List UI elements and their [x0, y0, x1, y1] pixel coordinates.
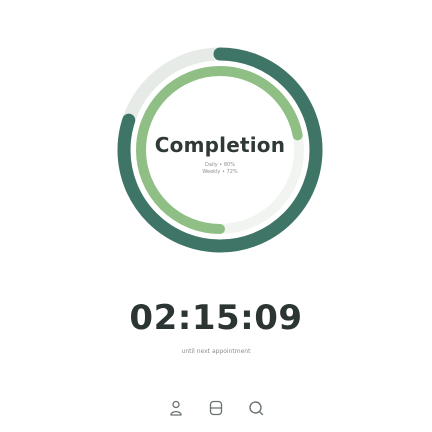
- app-screen: Completion Daily • 80% Weekly • 72% 02:1…: [0, 0, 432, 432]
- profile-button[interactable]: [160, 392, 192, 424]
- daily-label: Daily • 80%: [205, 162, 235, 168]
- bottom-nav: [0, 392, 432, 424]
- ring-center: Completion Daily • 80% Weekly • 72%: [116, 46, 324, 254]
- search-icon: [249, 401, 264, 416]
- completion-ring: Completion Daily • 80% Weekly • 72%: [116, 46, 324, 254]
- countdown-caption: until next appointment: [181, 348, 251, 355]
- completion-title: Completion: [154, 133, 286, 157]
- weekly-label: Weekly • 72%: [202, 169, 238, 175]
- device-button[interactable]: [200, 392, 232, 424]
- device-icon: [209, 400, 223, 416]
- search-button[interactable]: [240, 392, 272, 424]
- countdown-timer: 02:15:09: [129, 298, 303, 338]
- person-icon: [170, 400, 182, 416]
